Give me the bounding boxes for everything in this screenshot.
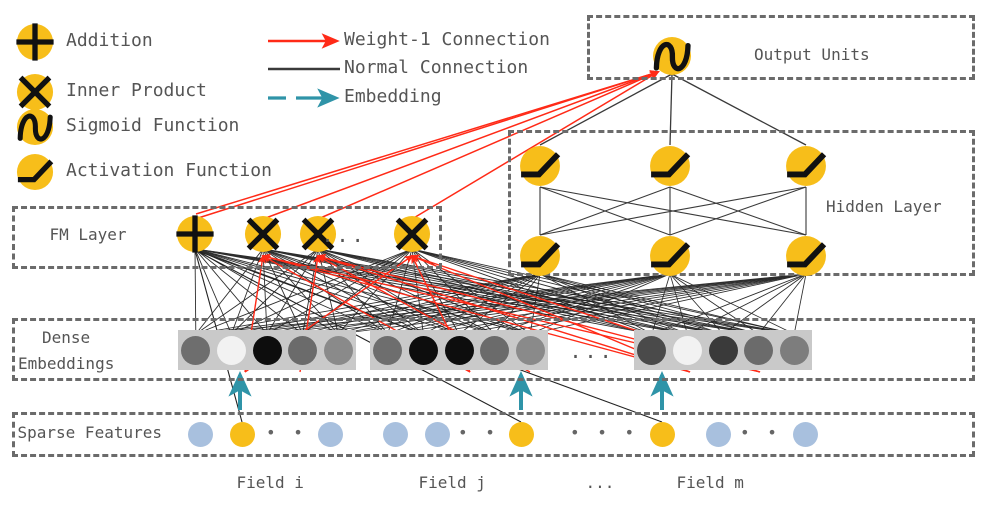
- embedding-dot: [181, 335, 211, 365]
- legend-symbol-label: Activation Function: [66, 160, 272, 181]
- sparse-unit-active-field-j: [508, 421, 534, 447]
- sparse-unit: [317, 421, 343, 447]
- legend-line-label: Weight-1 Connection: [344, 29, 550, 50]
- embedding-dot: [744, 335, 774, 365]
- legend-line-label: Embedding: [344, 86, 442, 107]
- sparse-unit: [792, 421, 818, 447]
- hidden-node-bottom-3: [785, 235, 827, 277]
- sparse-unit: [424, 421, 450, 447]
- sparse-unit: [382, 421, 408, 447]
- embedding-dot: [672, 335, 702, 365]
- embedding-dot: [480, 335, 510, 365]
- fm-layer-ellipsis: ...: [321, 223, 367, 247]
- activation-icon: [16, 153, 54, 191]
- fm-layer-label: FM Layer: [49, 225, 127, 244]
- field-label: Field i: [236, 473, 304, 492]
- sparse-features-label: Sparse Features: [17, 423, 163, 442]
- sparse-ellipsis: • • •: [570, 423, 639, 442]
- embedding-dot: [444, 335, 474, 365]
- embedding-dot: [637, 335, 667, 365]
- embedding-dot: [252, 335, 282, 365]
- hidden-node-top-3: [785, 145, 827, 187]
- dense-embeddings-label-line2: Embeddings: [18, 354, 115, 373]
- sparse-unit-active-field-i: [229, 421, 255, 447]
- output-units-label: Output Units: [754, 45, 870, 64]
- field-label: ...: [585, 473, 615, 492]
- field-label: Field m: [676, 473, 744, 492]
- hidden-node-top-2: [649, 145, 691, 187]
- embedding-dot: [216, 335, 246, 365]
- deepfm-architecture-diagram: Addition Inner Product Sigmoid Function Act…: [0, 0, 990, 505]
- embedding-dot: [515, 335, 545, 365]
- output-sigmoid: [652, 36, 692, 76]
- sparse-unit: [187, 421, 213, 447]
- embedding-dot: [323, 335, 353, 365]
- hidden-layer-label: Hidden Layer: [826, 197, 942, 216]
- embedding-dot: [408, 335, 438, 365]
- fm-addition: [176, 215, 214, 253]
- dense-embeddings-label-line1: Dense: [42, 328, 91, 347]
- field-label: Field j: [418, 473, 486, 492]
- legend-line-label: Normal Connection: [344, 57, 529, 78]
- sparse-unit: [705, 421, 731, 447]
- embedding-dot: [708, 335, 738, 365]
- hidden-node-bottom-1: [519, 235, 561, 277]
- embedding-dot: [288, 335, 318, 365]
- hidden-node-top-1: [519, 145, 561, 187]
- embedding-dot: [779, 335, 809, 365]
- embedding-ellipsis: ...: [569, 339, 615, 363]
- sparse-unit-active-field-m: [649, 421, 675, 447]
- hidden-node-bottom-2: [649, 235, 691, 277]
- fm-inner-product-1: [244, 215, 282, 253]
- fm-inner-product-3: [393, 215, 431, 253]
- embedding-dot: [373, 335, 403, 365]
